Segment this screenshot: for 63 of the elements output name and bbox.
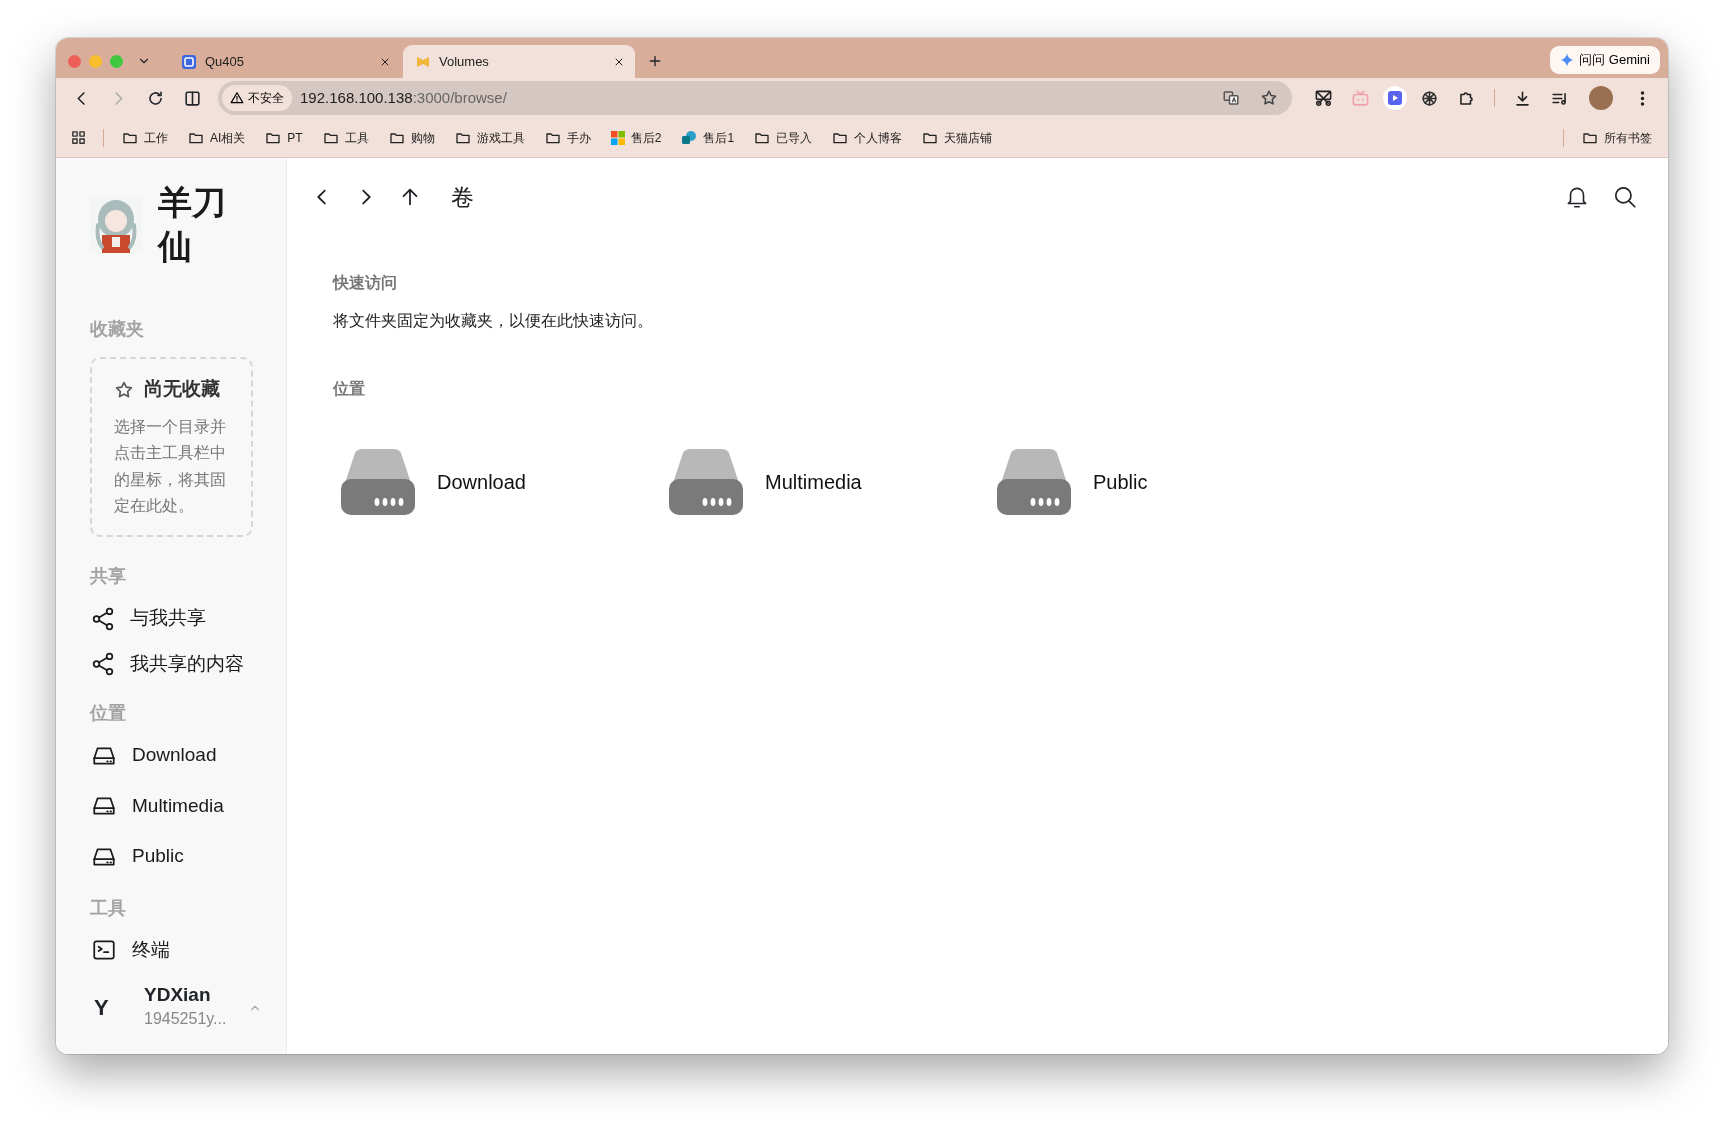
app-icon: [181, 53, 197, 70]
security-chip[interactable]: 不安全: [222, 85, 292, 111]
bookmark[interactable]: 售后2: [602, 124, 670, 151]
star-icon[interactable]: [1260, 89, 1278, 107]
user-initial: Y: [93, 994, 110, 1023]
bookmark[interactable]: 所有书签: [1574, 124, 1660, 151]
drive-icon: [997, 448, 1071, 515]
empty-title: 尚无收藏: [144, 377, 220, 402]
section-heading: 快速访问: [333, 272, 398, 293]
bookmark[interactable]: 购物: [380, 124, 443, 151]
share-icon: [90, 651, 116, 678]
new-tab-icon[interactable]: [647, 53, 663, 69]
split-view-icon[interactable]: [183, 88, 202, 108]
browser-tab[interactable]: Qu405: [169, 45, 401, 78]
section-heading: 工具: [90, 896, 127, 920]
tiles-icon: [610, 130, 625, 145]
sidebar-item[interactable]: 我共享的内容: [90, 649, 286, 679]
share-icon: [90, 605, 116, 632]
user-name: YDXian: [144, 984, 212, 1008]
section-heading: 收藏夹: [90, 318, 145, 342]
bookmark[interactable]: 工作: [114, 124, 176, 151]
search-icon[interactable]: [1612, 184, 1638, 211]
drive-tile[interactable]: Multimedia: [669, 448, 997, 515]
section-heading: 共享: [90, 565, 127, 589]
warning-icon: [230, 91, 244, 105]
browser-tab[interactable]: Volumes: [403, 45, 635, 78]
star-icon: [114, 379, 134, 400]
drive-tile[interactable]: Public: [997, 448, 1325, 515]
bookmark[interactable]: 已导入: [746, 124, 821, 151]
empty-hint: 选择一个目录并点击主工具栏中的星标，将其固定在此处。: [114, 416, 227, 517]
gemini-button[interactable]: 问问 Gemini: [1550, 46, 1660, 74]
bookmark[interactable]: 游戏工具: [446, 124, 533, 151]
sparkle-icon: [1560, 53, 1575, 67]
bookmark[interactable]: 个人博客: [824, 124, 911, 151]
sidebar-item[interactable]: 与我共享: [90, 604, 286, 633]
bookmark[interactable]: PT: [257, 124, 311, 151]
bookmark[interactable]: 手办: [536, 124, 599, 151]
sidebar-item[interactable]: Download: [90, 741, 286, 770]
drive-icon: [341, 448, 415, 515]
sidebar-item[interactable]: 终端: [90, 935, 286, 965]
translate-icon[interactable]: [1222, 89, 1240, 107]
drive-tile[interactable]: Download: [341, 448, 669, 515]
quick-access-hint: 将文件夹固定为收藏夹，以便在此快速访问。: [333, 310, 654, 331]
extension-icon[interactable]: [1382, 85, 1408, 111]
brand-name: 羊刀仙: [158, 182, 227, 268]
bookmark[interactable]: AI相关: [180, 124, 254, 151]
profile-avatar[interactable]: [1589, 86, 1613, 110]
bookmark[interactable]: 工具: [314, 124, 377, 151]
section-heading: 位置: [90, 702, 127, 726]
url-text: 192.168.100.138:3000/browse/: [300, 87, 508, 108]
apps-grid-icon[interactable]: [70, 129, 87, 146]
user-id: 1945251y...: [144, 1009, 227, 1030]
section-heading: 位置: [333, 378, 366, 399]
bookmark[interactable]: 售后1: [673, 124, 743, 151]
scissors-icon[interactable]: [1314, 88, 1333, 108]
drive-icon: [669, 448, 743, 515]
page-title: 卷: [451, 183, 474, 212]
sidebar-item[interactable]: Multimedia: [90, 791, 286, 821]
bookmark[interactable]: 天猫店铺: [914, 124, 1001, 151]
site-icon: [681, 129, 698, 146]
sidebar-item[interactable]: Public: [90, 842, 286, 871]
download-icon[interactable]: [1513, 88, 1532, 108]
address-bar[interactable]: 不安全 192.168.100.138:3000/browse/: [218, 81, 1292, 115]
